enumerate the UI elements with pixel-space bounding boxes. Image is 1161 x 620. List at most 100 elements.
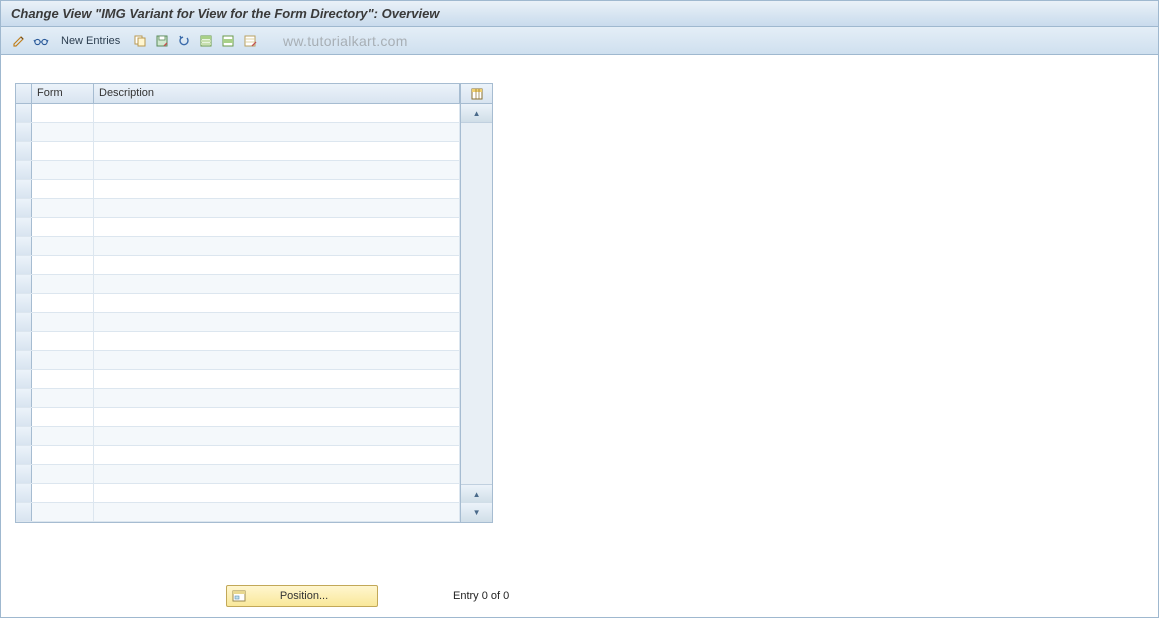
table-row[interactable] (16, 142, 460, 161)
row-selector[interactable] (16, 180, 32, 198)
column-header-form[interactable]: Form (32, 84, 94, 103)
copy-icon[interactable] (130, 31, 150, 51)
table-row[interactable] (16, 313, 460, 332)
cell-description[interactable] (94, 275, 460, 293)
cell-form[interactable] (32, 408, 94, 426)
cell-form[interactable] (32, 161, 94, 179)
select-all-icon[interactable] (196, 31, 216, 51)
cell-description[interactable] (94, 104, 460, 122)
cell-description[interactable] (94, 332, 460, 350)
cell-description[interactable] (94, 199, 460, 217)
row-selector[interactable] (16, 123, 32, 141)
row-selector[interactable] (16, 370, 32, 388)
cell-form[interactable] (32, 180, 94, 198)
cell-description[interactable] (94, 180, 460, 198)
scroll-down-icon[interactable]: ▼ (461, 503, 492, 522)
table-row[interactable] (16, 256, 460, 275)
scroll-up-icon[interactable]: ▲ (461, 104, 492, 123)
cell-form[interactable] (32, 199, 94, 217)
cell-description[interactable] (94, 389, 460, 407)
cell-description[interactable] (94, 351, 460, 369)
row-selector[interactable] (16, 332, 32, 350)
scroll-down-alt-icon[interactable]: ▲ (461, 484, 492, 503)
cell-description[interactable] (94, 218, 460, 236)
table-row[interactable] (16, 123, 460, 142)
cell-description[interactable] (94, 256, 460, 274)
row-selector[interactable] (16, 104, 32, 122)
table-row[interactable] (16, 332, 460, 351)
cell-description[interactable] (94, 427, 460, 445)
table-row[interactable] (16, 237, 460, 256)
cell-form[interactable] (32, 351, 94, 369)
table-row[interactable] (16, 294, 460, 313)
cell-description[interactable] (94, 465, 460, 483)
select-all-column-header[interactable] (16, 84, 32, 103)
row-selector[interactable] (16, 408, 32, 426)
cell-description[interactable] (94, 313, 460, 331)
cell-form[interactable] (32, 503, 94, 521)
row-selector[interactable] (16, 389, 32, 407)
table-row[interactable] (16, 161, 460, 180)
row-selector[interactable] (16, 294, 32, 312)
cell-form[interactable] (32, 104, 94, 122)
cell-description[interactable] (94, 237, 460, 255)
cell-form[interactable] (32, 256, 94, 274)
cell-description[interactable] (94, 123, 460, 141)
row-selector[interactable] (16, 199, 32, 217)
cell-form[interactable] (32, 313, 94, 331)
cell-description[interactable] (94, 161, 460, 179)
cell-form[interactable] (32, 332, 94, 350)
row-selector[interactable] (16, 351, 32, 369)
row-selector[interactable] (16, 237, 32, 255)
row-selector[interactable] (16, 218, 32, 236)
deselect-icon[interactable] (240, 31, 260, 51)
table-row[interactable] (16, 180, 460, 199)
table-row[interactable] (16, 446, 460, 465)
table-row[interactable] (16, 408, 460, 427)
change-icon[interactable] (9, 31, 29, 51)
cell-form[interactable] (32, 123, 94, 141)
table-row[interactable] (16, 104, 460, 123)
undo-icon[interactable] (174, 31, 194, 51)
save-variant-icon[interactable] (152, 31, 172, 51)
table-row[interactable] (16, 465, 460, 484)
row-selector[interactable] (16, 161, 32, 179)
cell-description[interactable] (94, 408, 460, 426)
cell-form[interactable] (32, 218, 94, 236)
row-selector[interactable] (16, 427, 32, 445)
position-button[interactable]: Position... (226, 585, 378, 607)
column-header-description[interactable]: Description (94, 84, 460, 103)
cell-form[interactable] (32, 465, 94, 483)
cell-form[interactable] (32, 427, 94, 445)
row-selector[interactable] (16, 503, 32, 521)
cell-form[interactable] (32, 370, 94, 388)
cell-description[interactable] (94, 370, 460, 388)
table-row[interactable] (16, 275, 460, 294)
new-entries-button[interactable]: New Entries (56, 32, 125, 50)
cell-form[interactable] (32, 484, 94, 502)
table-row[interactable] (16, 199, 460, 218)
cell-form[interactable] (32, 389, 94, 407)
cell-description[interactable] (94, 484, 460, 502)
table-row[interactable] (16, 218, 460, 237)
cell-description[interactable] (94, 294, 460, 312)
cell-description[interactable] (94, 503, 460, 521)
cell-form[interactable] (32, 275, 94, 293)
scroll-track[interactable] (461, 123, 492, 484)
row-selector[interactable] (16, 446, 32, 464)
glasses-icon[interactable] (31, 31, 51, 51)
row-selector[interactable] (16, 465, 32, 483)
cell-form[interactable] (32, 237, 94, 255)
cell-description[interactable] (94, 142, 460, 160)
select-block-icon[interactable] (218, 31, 238, 51)
cell-description[interactable] (94, 446, 460, 464)
table-row[interactable] (16, 503, 460, 522)
row-selector[interactable] (16, 256, 32, 274)
table-row[interactable] (16, 484, 460, 503)
cell-form[interactable] (32, 294, 94, 312)
table-row[interactable] (16, 389, 460, 408)
cell-form[interactable] (32, 446, 94, 464)
table-row[interactable] (16, 351, 460, 370)
row-selector[interactable] (16, 484, 32, 502)
row-selector[interactable] (16, 275, 32, 293)
